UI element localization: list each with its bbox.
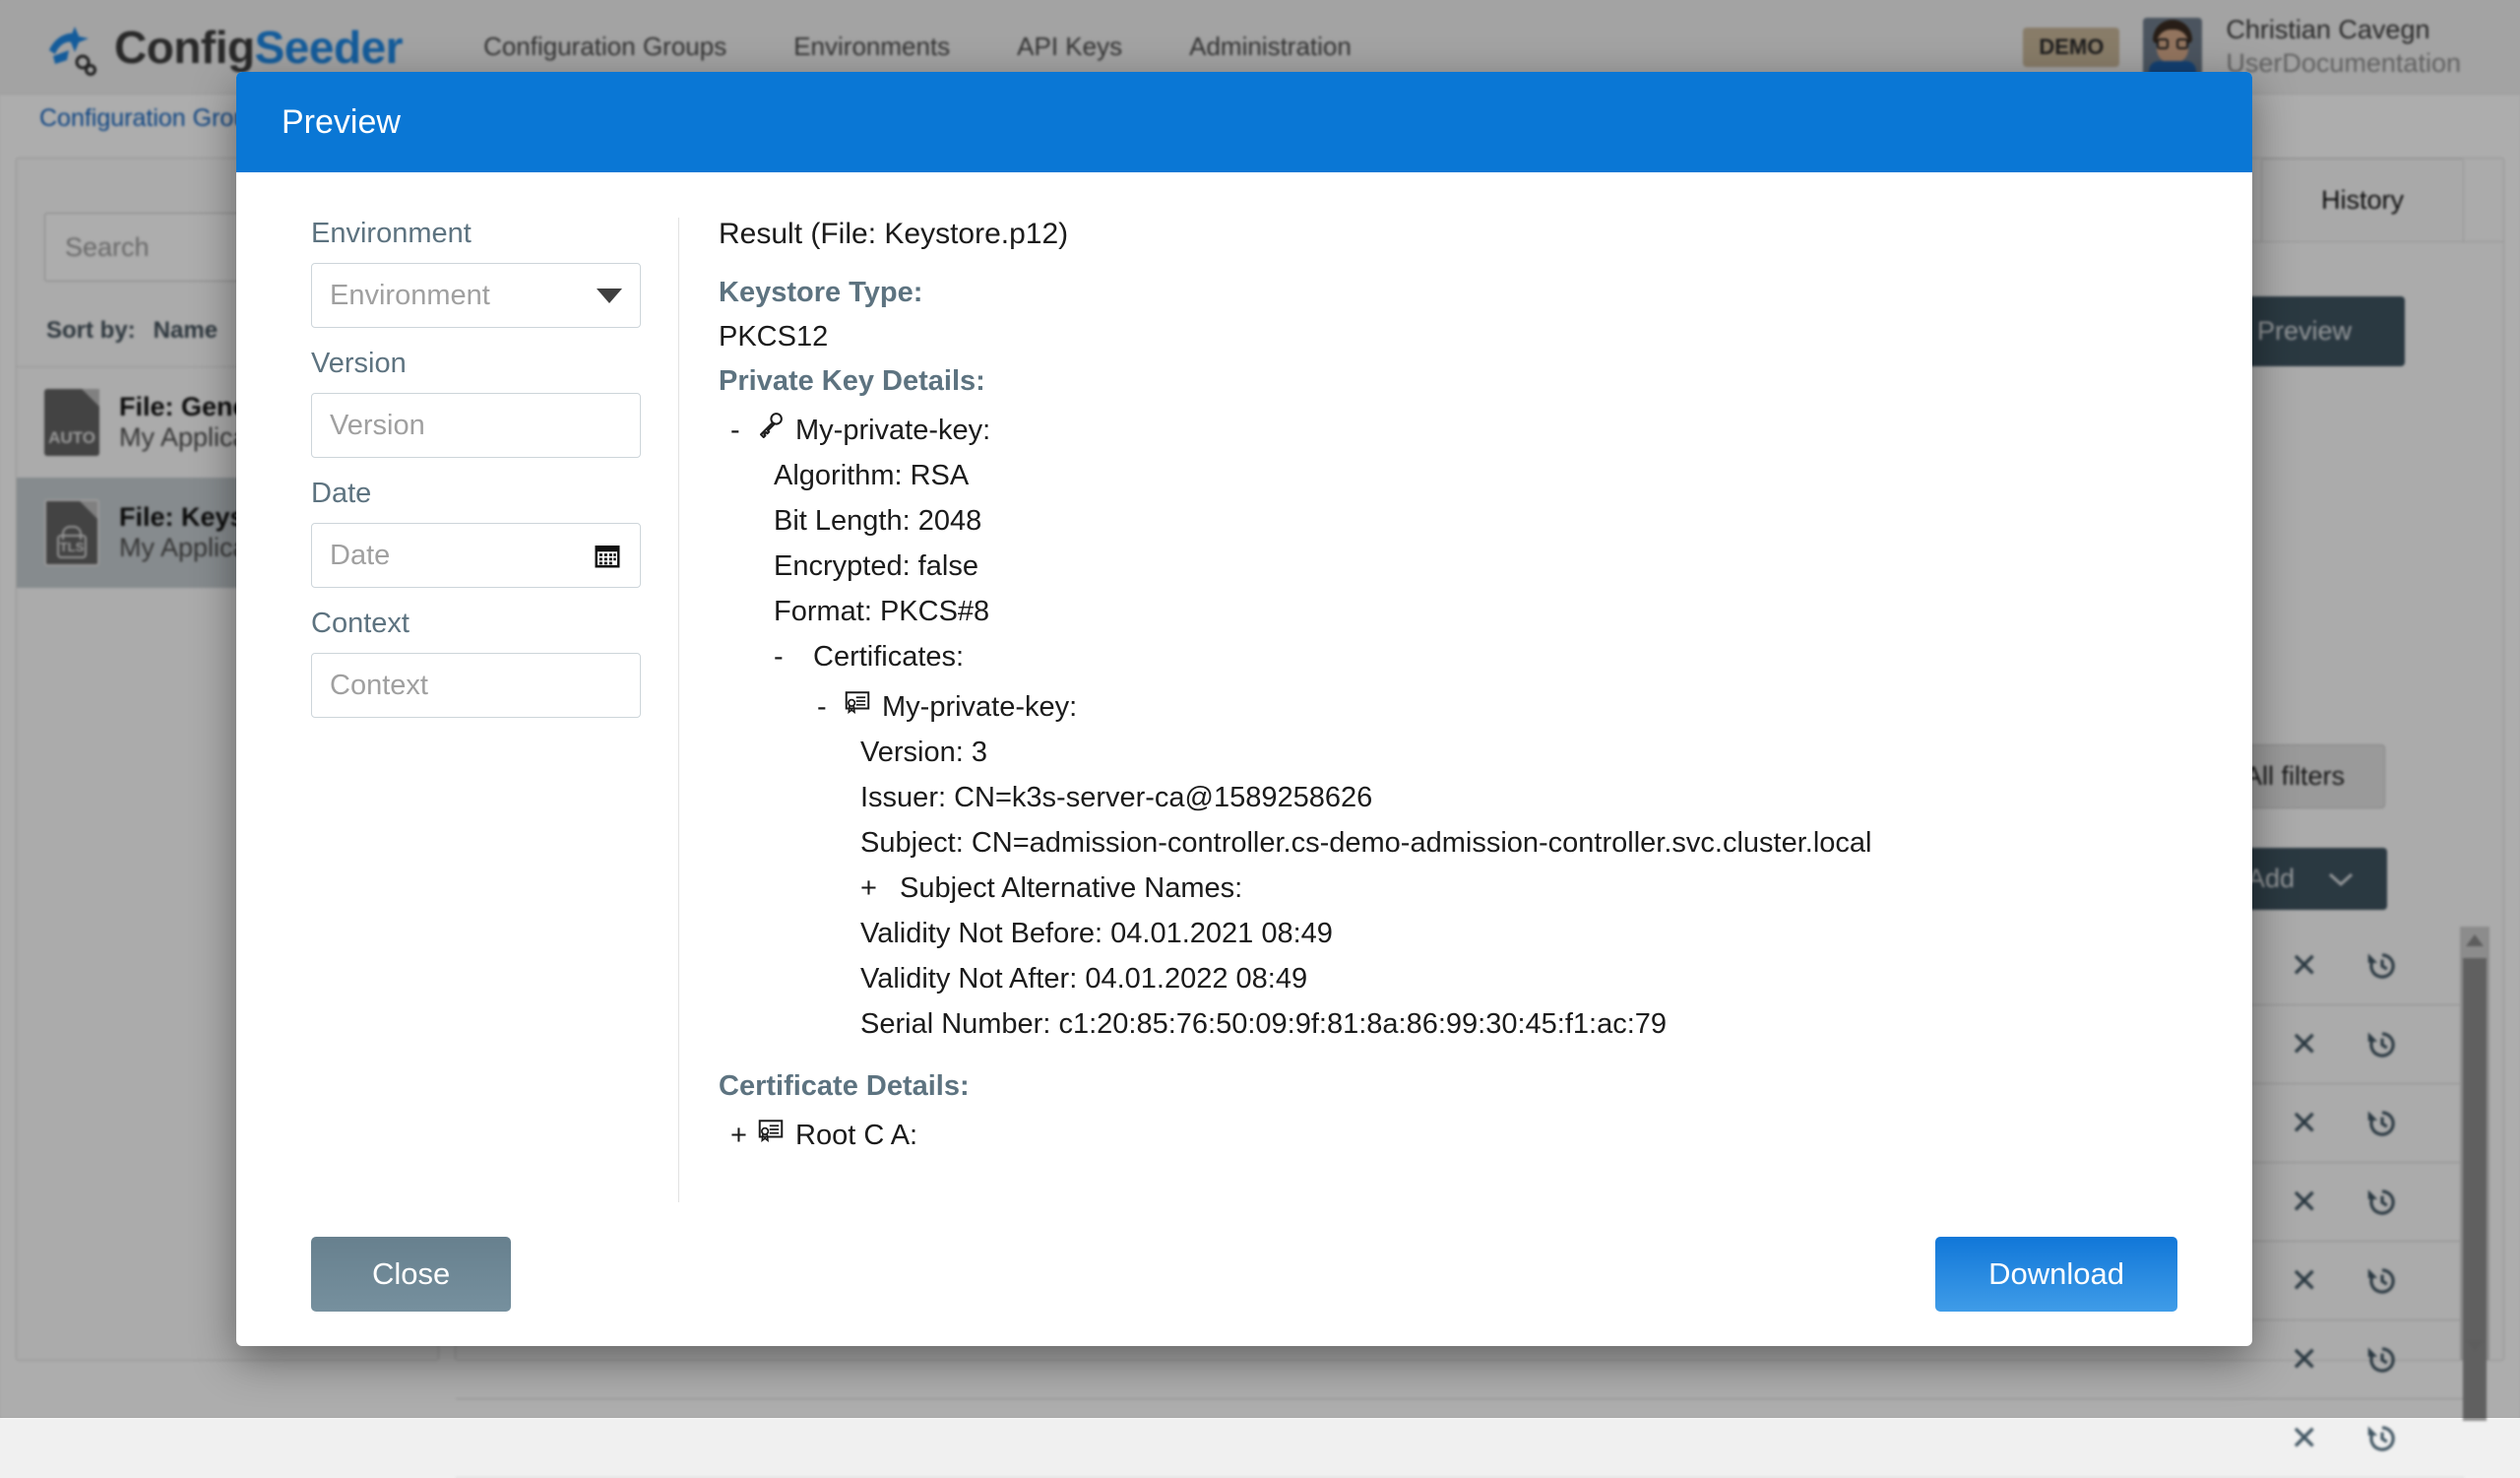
- version-field-group: Version Version: [311, 348, 641, 458]
- download-button[interactable]: Download: [1935, 1237, 2177, 1312]
- certificate-details-label: Certificate Details:: [719, 1070, 2193, 1103]
- version-label: Version: [311, 348, 641, 380]
- dialog-footer: Close Download: [236, 1202, 2252, 1346]
- private-key-details-label: Private Key Details:: [719, 365, 2193, 398]
- tree-toggle-icon[interactable]: -: [730, 415, 756, 447]
- tree-node-label: My-private-key:: [795, 415, 990, 447]
- context-input[interactable]: Context: [311, 653, 641, 718]
- preview-dialog: Preview Environment Environment Version …: [236, 72, 2252, 1346]
- tree-node-label: Root C A:: [795, 1120, 917, 1152]
- tree-toggle-icon[interactable]: -: [817, 691, 843, 724]
- certificate-validity-not-before-value: Validity Not Before: 04.01.2021 08:49: [860, 918, 1333, 950]
- keystore-type-label: Keystore Type:: [719, 277, 2193, 309]
- private-key-format: Format: PKCS#8: [719, 596, 2193, 628]
- context-field-group: Context Context: [311, 608, 641, 718]
- private-key-algorithm-value: Algorithm: RSA: [774, 460, 969, 492]
- date-input[interactable]: Date: [311, 523, 641, 588]
- tree-node-label: My-private-key:: [882, 691, 1077, 724]
- certificate-icon: [843, 686, 882, 716]
- date-input-value: Date: [330, 540, 390, 572]
- preview-filter-form: Environment Environment Version Version …: [236, 218, 679, 1202]
- version-input-value: Version: [330, 410, 425, 442]
- tree-node-label: Subject Alternative Names:: [900, 872, 1242, 905]
- tree-node-certificates[interactable]: - Certificates:: [719, 641, 2193, 674]
- tree-toggle-icon[interactable]: -: [774, 641, 799, 674]
- restore-history-icon[interactable]: [2363, 1420, 2401, 1457]
- private-key-encrypted-value: Encrypted: false: [774, 550, 978, 583]
- private-key-bit-length: Bit Length: 2048: [719, 505, 2193, 538]
- environment-select-value: Environment: [330, 280, 490, 312]
- close-button[interactable]: Close: [311, 1237, 511, 1312]
- tree-node-private-key[interactable]: - My-private-key:: [719, 410, 2193, 447]
- certificate-subject: Subject: CN=admission-controller.cs-demo…: [719, 827, 2193, 860]
- context-input-value: Context: [330, 670, 428, 702]
- key-icon: [756, 410, 795, 439]
- date-label: Date: [311, 478, 641, 510]
- preview-result-panel: Result (File: Keystore.p12) Keystore Typ…: [679, 218, 2252, 1202]
- certificate-icon: [756, 1115, 795, 1144]
- certificate-subject-value: Subject: CN=admission-controller.cs-demo…: [860, 827, 1871, 860]
- keystore-type-value: PKCS12: [719, 321, 2193, 353]
- chevron-down-icon: [597, 289, 622, 303]
- dialog-header: Preview: [236, 72, 2252, 172]
- dialog-body: Environment Environment Version Version …: [236, 172, 2252, 1202]
- tree-node-subject-alternative-names[interactable]: + Subject Alternative Names:: [719, 872, 2193, 905]
- private-key-format-value: Format: PKCS#8: [774, 596, 989, 628]
- calendar-icon[interactable]: [593, 541, 622, 570]
- certificate-validity-not-after: Validity Not After: 04.01.2022 08:49: [719, 963, 2193, 996]
- result-title: Result (File: Keystore.p12): [719, 218, 2193, 251]
- version-input[interactable]: Version: [311, 393, 641, 458]
- certificate-issuer-value: Issuer: CN=k3s-server-ca@1589258626: [860, 782, 1372, 814]
- certificate-version: Version: 3: [719, 737, 2193, 769]
- tree-toggle-icon[interactable]: +: [860, 872, 886, 905]
- certificate-version-value: Version: 3: [860, 737, 987, 769]
- certificate-validity-not-before: Validity Not Before: 04.01.2021 08:49: [719, 918, 2193, 950]
- tree-node-root-ca[interactable]: + Root C A:: [719, 1115, 2193, 1152]
- certificate-issuer: Issuer: CN=k3s-server-ca@1589258626: [719, 782, 2193, 814]
- certificate-validity-not-after-value: Validity Not After: 04.01.2022 08:49: [860, 963, 1307, 996]
- private-key-encrypted: Encrypted: false: [719, 550, 2193, 583]
- close-icon[interactable]: ✕: [2291, 1422, 2319, 1455]
- tree-node-certificate[interactable]: - My-private-key:: [719, 686, 2193, 724]
- private-key-bit-length-value: Bit Length: 2048: [774, 505, 981, 538]
- certificate-serial-number: Serial Number: c1:20:85:76:50:09:9f:81:8…: [719, 1008, 2193, 1041]
- dialog-title: Preview: [282, 103, 401, 142]
- context-label: Context: [311, 608, 641, 640]
- certificate-serial-number-value: Serial Number: c1:20:85:76:50:09:9f:81:8…: [860, 1008, 1667, 1041]
- tree-node-label: Certificates:: [813, 641, 964, 674]
- private-key-algorithm: Algorithm: RSA: [719, 460, 2193, 492]
- date-field-group: Date Date: [311, 478, 641, 588]
- tree-toggle-icon[interactable]: +: [730, 1120, 756, 1152]
- environment-label: Environment: [311, 218, 641, 250]
- environment-field-group: Environment Environment: [311, 218, 641, 328]
- environment-select[interactable]: Environment: [311, 263, 641, 328]
